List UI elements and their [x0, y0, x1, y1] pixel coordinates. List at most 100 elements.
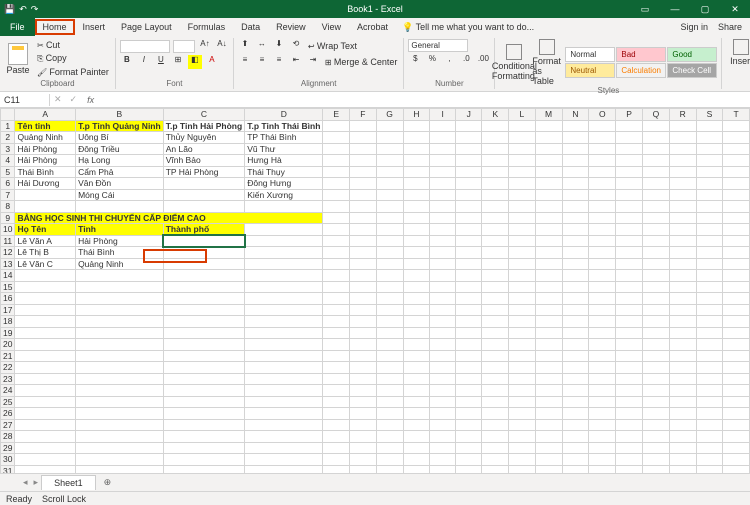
cell-I20[interactable]: [430, 339, 456, 351]
cell-M7[interactable]: [535, 189, 562, 201]
cell-P23[interactable]: [616, 373, 643, 385]
cell-E25[interactable]: [323, 396, 350, 408]
cell[interactable]: [642, 212, 669, 224]
cell-J23[interactable]: [456, 373, 482, 385]
cell-P24[interactable]: [616, 385, 643, 397]
cell-Q19[interactable]: [642, 327, 669, 339]
cell-A14[interactable]: [15, 270, 76, 282]
cell-B4[interactable]: Hạ Long: [76, 155, 164, 167]
cell-T17[interactable]: [723, 304, 750, 316]
cell-C11[interactable]: [163, 235, 245, 247]
cell-N20[interactable]: [562, 339, 589, 351]
col-header-K[interactable]: K: [482, 109, 509, 121]
cell-E8[interactable]: [323, 201, 350, 213]
cell-J2[interactable]: [456, 132, 482, 144]
cell-T16[interactable]: [723, 293, 750, 305]
cell-O5[interactable]: [589, 166, 616, 178]
align-center-icon[interactable]: ≡: [255, 55, 269, 69]
style-neutral[interactable]: Neutral: [565, 63, 615, 78]
cell-J26[interactable]: [456, 408, 482, 420]
cell-A7[interactable]: [15, 189, 76, 201]
indent-dec-icon[interactable]: ⇤: [289, 55, 303, 69]
cell-H19[interactable]: [403, 327, 430, 339]
cell-H3[interactable]: [403, 143, 430, 155]
cell-B27[interactable]: [76, 419, 164, 431]
cell-Q11[interactable]: [642, 235, 669, 247]
cell-M4[interactable]: [535, 155, 562, 167]
cell-R4[interactable]: [669, 155, 696, 167]
cell-G7[interactable]: [376, 189, 403, 201]
cell-H18[interactable]: [403, 316, 430, 328]
cell-S11[interactable]: [696, 235, 723, 247]
cell-B25[interactable]: [76, 396, 164, 408]
row-header-17[interactable]: 17: [1, 304, 15, 316]
row-header-9[interactable]: 9: [1, 212, 15, 224]
cell-R25[interactable]: [669, 396, 696, 408]
cell-A19[interactable]: [15, 327, 76, 339]
cell-M23[interactable]: [535, 373, 562, 385]
cell-H29[interactable]: [403, 442, 430, 454]
cell-O28[interactable]: [589, 431, 616, 443]
cell-H30[interactable]: [403, 454, 430, 466]
cell[interactable]: [509, 212, 535, 224]
cell-D14[interactable]: [245, 270, 323, 282]
cell-Q10[interactable]: [642, 224, 669, 236]
cell-K29[interactable]: [482, 442, 509, 454]
cell[interactable]: [696, 212, 723, 224]
ribbon-options-icon[interactable]: ▭: [630, 4, 660, 15]
cell-T12[interactable]: [723, 247, 750, 259]
cell-G12[interactable]: [376, 247, 403, 259]
cell-L10[interactable]: [509, 224, 535, 236]
cell-O24[interactable]: [589, 385, 616, 397]
cell-N31[interactable]: [562, 465, 589, 473]
cell-B13[interactable]: Quảng Ninh: [76, 258, 164, 270]
cell-N18[interactable]: [562, 316, 589, 328]
cell-C7[interactable]: [163, 189, 245, 201]
cell-G25[interactable]: [376, 396, 403, 408]
cell-G27[interactable]: [376, 419, 403, 431]
cell-F12[interactable]: [350, 247, 377, 259]
cell-C26[interactable]: [163, 408, 245, 420]
cell[interactable]: [535, 212, 562, 224]
cell-N2[interactable]: [562, 132, 589, 144]
col-header-O[interactable]: O: [589, 109, 616, 121]
cell-E28[interactable]: [323, 431, 350, 443]
cell-O3[interactable]: [589, 143, 616, 155]
cell-A30[interactable]: [15, 454, 76, 466]
cell-P27[interactable]: [616, 419, 643, 431]
cell-F16[interactable]: [350, 293, 377, 305]
cell-M13[interactable]: [535, 258, 562, 270]
cell-J7[interactable]: [456, 189, 482, 201]
cell-R20[interactable]: [669, 339, 696, 351]
cell-I29[interactable]: [430, 442, 456, 454]
cell-H14[interactable]: [403, 270, 430, 282]
share-button[interactable]: Share: [718, 22, 742, 32]
cell-N13[interactable]: [562, 258, 589, 270]
cell-E5[interactable]: [323, 166, 350, 178]
cell-P10[interactable]: [616, 224, 643, 236]
cell-D7[interactable]: Kiến Xương: [245, 189, 323, 201]
cell-K28[interactable]: [482, 431, 509, 443]
cell-I8[interactable]: [430, 201, 456, 213]
format-painter-button[interactable]: 🖌 Format Painter: [35, 66, 111, 78]
cell-F8[interactable]: [350, 201, 377, 213]
cell-O27[interactable]: [589, 419, 616, 431]
cell-P12[interactable]: [616, 247, 643, 259]
cell-C16[interactable]: [163, 293, 245, 305]
cell-Q2[interactable]: [642, 132, 669, 144]
cell-F4[interactable]: [350, 155, 377, 167]
cell-C8[interactable]: [163, 201, 245, 213]
cell-T31[interactable]: [723, 465, 750, 473]
cell-H23[interactable]: [403, 373, 430, 385]
cell-S18[interactable]: [696, 316, 723, 328]
cell-K25[interactable]: [482, 396, 509, 408]
cell-B17[interactable]: [76, 304, 164, 316]
cell[interactable]: [456, 212, 482, 224]
cell-M14[interactable]: [535, 270, 562, 282]
cell-T3[interactable]: [723, 143, 750, 155]
cell-N21[interactable]: [562, 350, 589, 362]
cell-Q3[interactable]: [642, 143, 669, 155]
cell-K21[interactable]: [482, 350, 509, 362]
cell-M20[interactable]: [535, 339, 562, 351]
cell-S31[interactable]: [696, 465, 723, 473]
